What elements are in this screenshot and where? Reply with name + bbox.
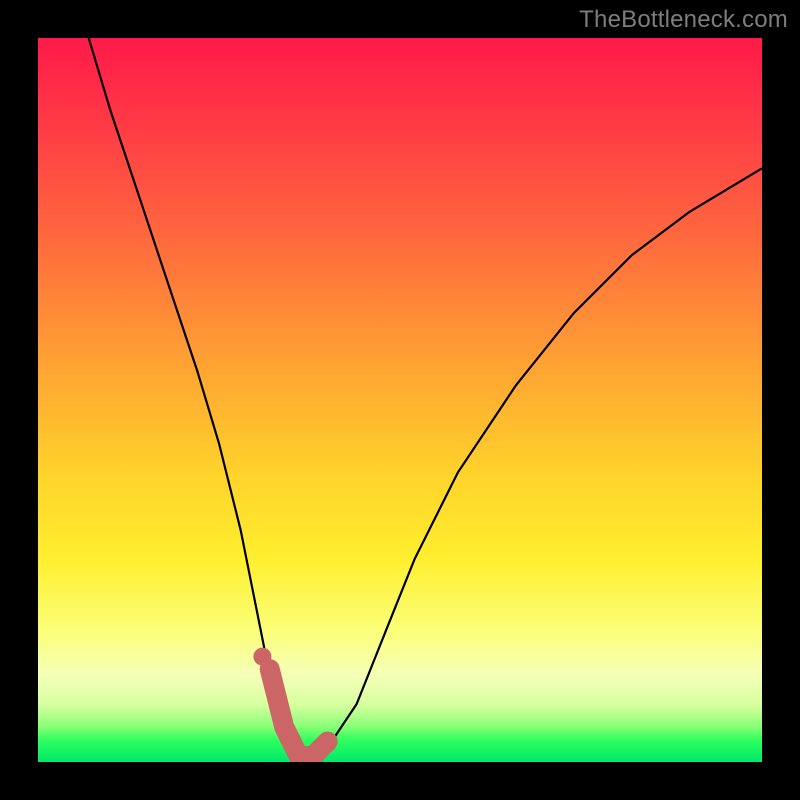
optimum-marker [270, 669, 328, 756]
bottleneck-curve [89, 38, 762, 762]
plot-area [38, 38, 762, 762]
curve-svg [38, 38, 762, 762]
optimum-dot [253, 648, 271, 666]
watermark-text: TheBottleneck.com [579, 6, 788, 34]
chart-frame: TheBottleneck.com [0, 0, 800, 800]
